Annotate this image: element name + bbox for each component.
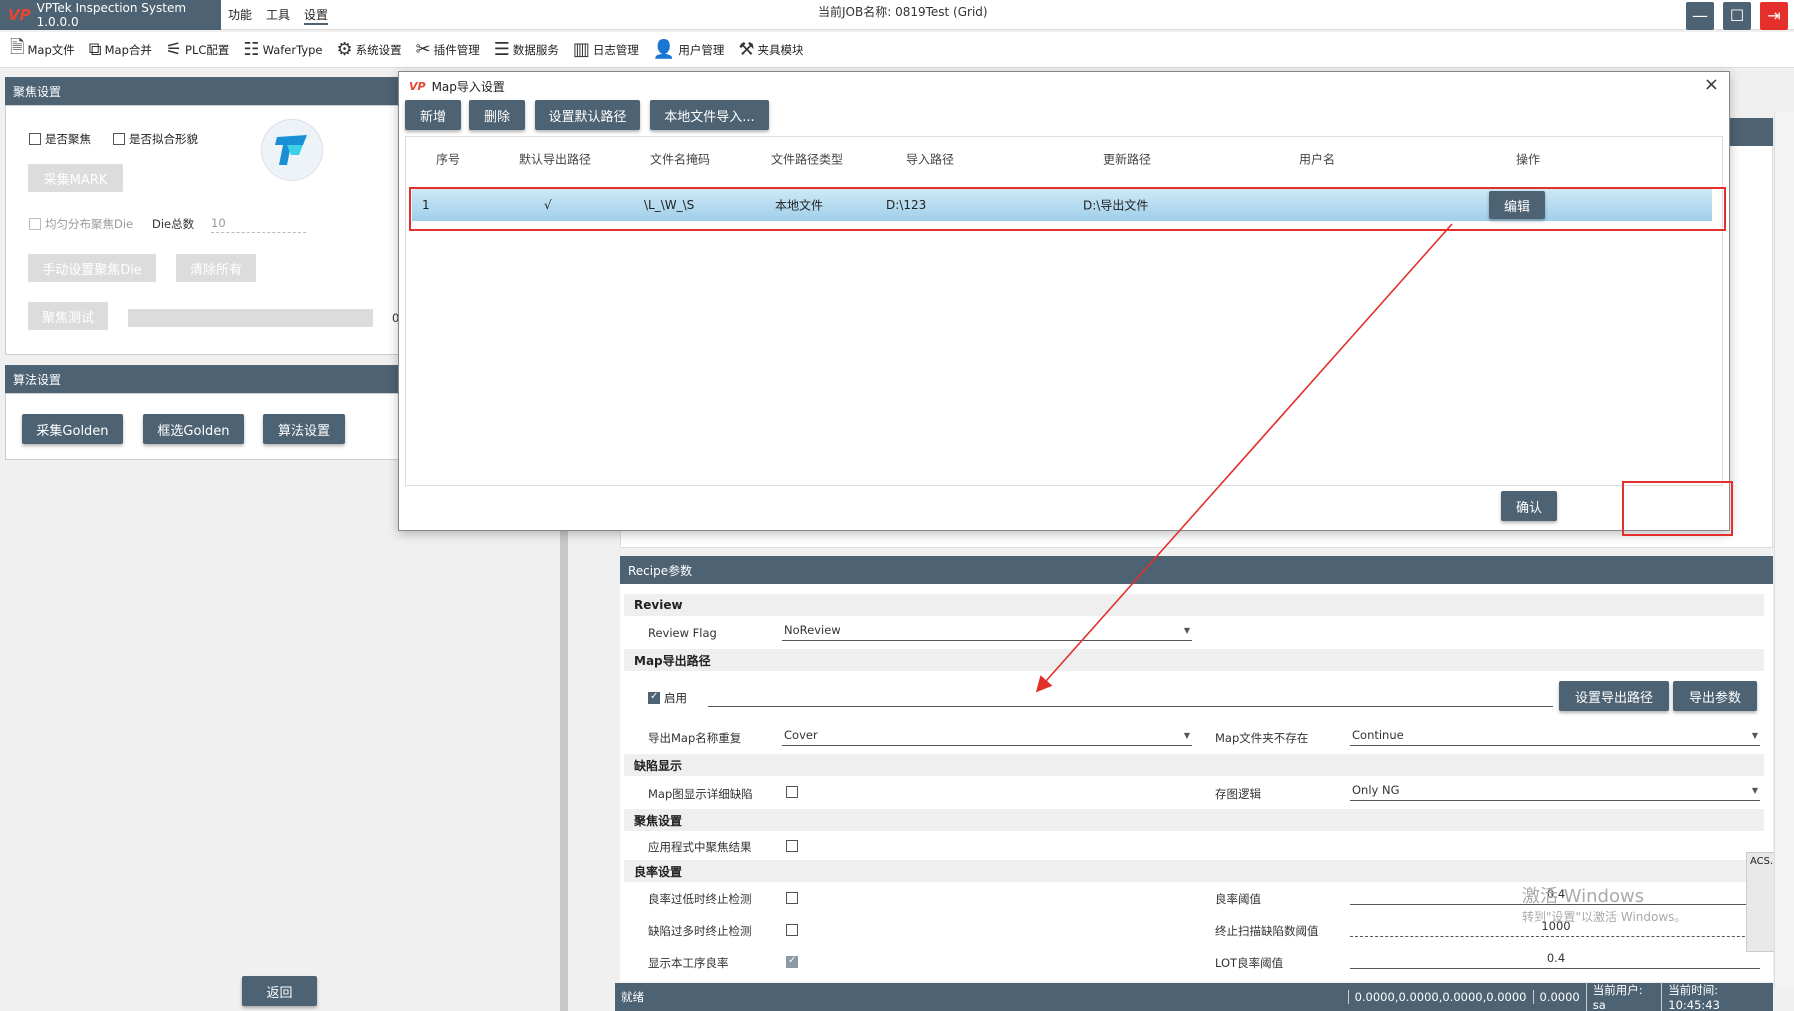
annotation-arrow — [1035, 223, 1453, 693]
